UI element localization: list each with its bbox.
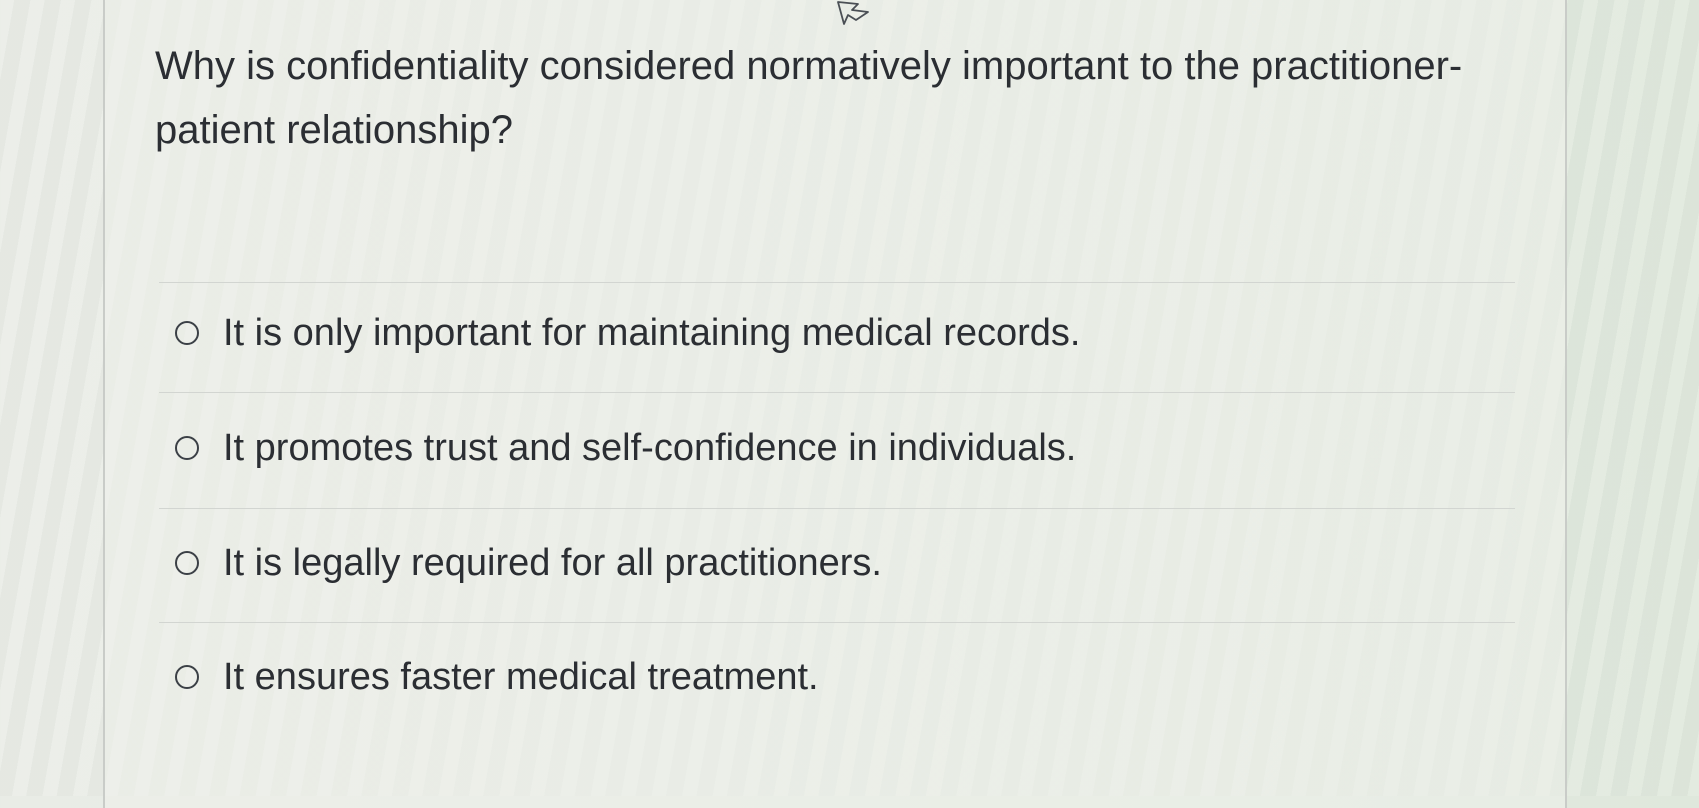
answer-option-label: It ensures faster medical treatment.: [223, 655, 819, 698]
answer-option-1[interactable]: It is only important for maintaining med…: [175, 303, 1475, 363]
radio-unselected-icon[interactable]: [175, 551, 199, 575]
answer-option-2[interactable]: It promotes trust and self-confidence in…: [175, 418, 1475, 478]
answer-option-3[interactable]: It is legally required for all practitio…: [175, 533, 1475, 593]
option-divider: [159, 622, 1515, 623]
radio-unselected-icon[interactable]: [175, 321, 199, 345]
question-text: Why is confidentiality considered normat…: [155, 44, 1463, 152]
option-divider: [159, 282, 1515, 283]
answer-option-label: It is only important for maintaining med…: [223, 311, 1081, 354]
answer-option-label: It is legally required for all practitio…: [223, 541, 882, 584]
radio-unselected-icon[interactable]: [175, 665, 199, 689]
radio-unselected-icon[interactable]: [175, 436, 199, 460]
answer-option-4[interactable]: It ensures faster medical treatment.: [175, 647, 1475, 707]
option-divider: [159, 392, 1515, 393]
option-divider: [159, 508, 1515, 509]
question-card: Why is confidentiality considered normat…: [103, 0, 1567, 808]
answer-option-label: It promotes trust and self-confidence in…: [223, 426, 1077, 469]
pointer-cursor-icon: [837, 1, 869, 25]
